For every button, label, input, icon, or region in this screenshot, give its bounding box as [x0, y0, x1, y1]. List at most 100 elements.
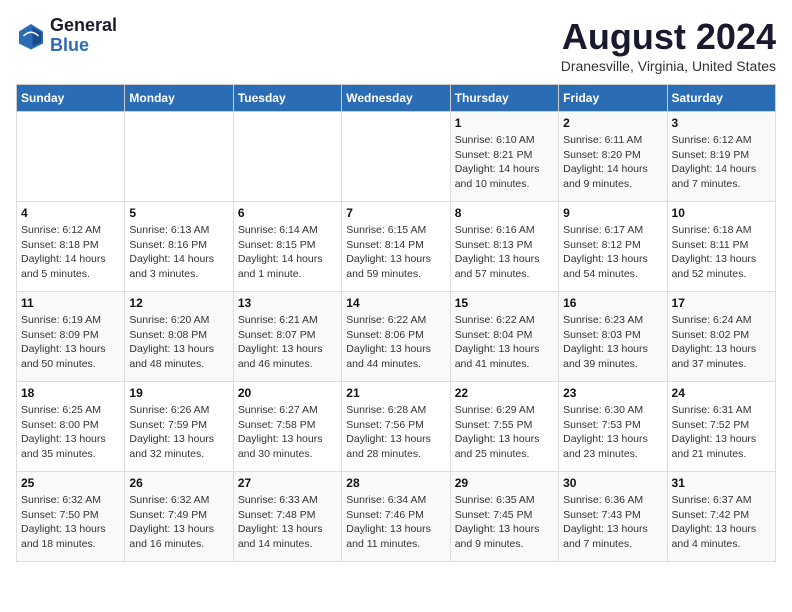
logo-line2: Blue [50, 36, 117, 56]
day-info: Sunrise: 6:36 AM Sunset: 7:43 PM Dayligh… [563, 493, 662, 552]
calendar-cell: 14 Sunrise: 6:22 AM Sunset: 8:06 PM Dayli… [342, 292, 450, 382]
day-info: Sunrise: 6:22 AM Sunset: 8:06 PM Dayligh… [346, 313, 445, 372]
day-info: Sunrise: 6:16 AM Sunset: 8:13 PM Dayligh… [455, 223, 554, 282]
calendar-cell: 4Sunrise: 6:12 AM Sunset: 8:18 PM Daylig… [17, 202, 125, 292]
day-info: Sunrise: 6:13 AM Sunset: 8:16 PM Dayligh… [129, 223, 228, 282]
day-info: Sunrise: 6:21 AM Sunset: 8:07 PM Dayligh… [238, 313, 337, 372]
calendar-week-3: 18Sunrise: 6:25 AM Sunset: 8:00 PM Dayli… [17, 382, 776, 472]
calendar-cell: 28 Sunrise: 6:34 AM Sunset: 7:46 PM Dayli… [342, 472, 450, 562]
calendar-cell: 20 Sunrise: 6:27 AM Sunset: 7:58 PM Dayli… [233, 382, 341, 472]
calendar-cell: 26Sunrise: 6:32 AM Sunset: 7:49 PM Dayli… [125, 472, 233, 562]
calendar-cell: 30Sunrise: 6:36 AM Sunset: 7:43 PM Dayli… [559, 472, 667, 562]
day-number: 23 [563, 386, 662, 400]
day-info: Sunrise: 6:35 AM Sunset: 7:45 PM Dayligh… [455, 493, 554, 552]
day-info: Sunrise: 6:28 AM Sunset: 7:56 PM Dayligh… [346, 403, 445, 462]
calendar-cell: 16 Sunrise: 6:23 AM Sunset: 8:03 PM Dayli… [559, 292, 667, 382]
day-number: 21 [346, 386, 445, 400]
calendar-week-2: 11Sunrise: 6:19 AM Sunset: 8:09 PM Dayli… [17, 292, 776, 382]
calendar-week-1: 4Sunrise: 6:12 AM Sunset: 8:18 PM Daylig… [17, 202, 776, 292]
page-header: General Blue August 2024 Dranesville, Vi… [16, 16, 776, 74]
day-info: Sunrise: 6:37 AM Sunset: 7:42 PM Dayligh… [672, 493, 771, 552]
day-info: Sunrise: 6:12 AM Sunset: 8:19 PM Dayligh… [672, 133, 771, 192]
day-info: Sunrise: 6:31 AM Sunset: 7:52 PM Dayligh… [672, 403, 771, 462]
day-number: 5 [129, 206, 228, 220]
day-number: 13 [238, 296, 337, 310]
calendar-cell [125, 112, 233, 202]
calendar-cell: 11Sunrise: 6:19 AM Sunset: 8:09 PM Dayli… [17, 292, 125, 382]
calendar-cell: 25 Sunrise: 6:32 AM Sunset: 7:50 PM Dayli… [17, 472, 125, 562]
calendar-cell: 7 Sunrise: 6:15 AM Sunset: 8:14 PM Daylig… [342, 202, 450, 292]
day-info: Sunrise: 6:11 AM Sunset: 8:20 PM Dayligh… [563, 133, 662, 192]
day-info: Sunrise: 6:24 AM Sunset: 8:02 PM Dayligh… [672, 313, 771, 372]
day-number: 6 [238, 206, 337, 220]
day-number: 4 [21, 206, 120, 220]
calendar-table: SundayMondayTuesdayWednesdayThursdayFrid… [16, 84, 776, 562]
header-cell-friday: Friday [559, 85, 667, 112]
day-info: Sunrise: 6:23 AM Sunset: 8:03 PM Dayligh… [563, 313, 662, 372]
calendar-cell: 2 Sunrise: 6:11 AM Sunset: 8:20 PM Daylig… [559, 112, 667, 202]
day-number: 24 [672, 386, 771, 400]
calendar-cell [17, 112, 125, 202]
day-info: Sunrise: 6:10 AM Sunset: 8:21 PM Dayligh… [455, 133, 554, 192]
header-cell-thursday: Thursday [450, 85, 558, 112]
day-info: Sunrise: 6:32 AM Sunset: 7:49 PM Dayligh… [129, 493, 228, 552]
calendar-cell [342, 112, 450, 202]
calendar-cell: 23 Sunrise: 6:30 AM Sunset: 7:53 PM Dayli… [559, 382, 667, 472]
header-cell-wednesday: Wednesday [342, 85, 450, 112]
calendar-cell: 5 Sunrise: 6:13 AM Sunset: 8:16 PM Daylig… [125, 202, 233, 292]
day-info: Sunrise: 6:33 AM Sunset: 7:48 PM Dayligh… [238, 493, 337, 552]
day-number: 27 [238, 476, 337, 490]
day-number: 20 [238, 386, 337, 400]
calendar-cell: 17 Sunrise: 6:24 AM Sunset: 8:02 PM Dayli… [667, 292, 775, 382]
calendar-cell: 15Sunrise: 6:22 AM Sunset: 8:04 PM Dayli… [450, 292, 558, 382]
calendar-cell [233, 112, 341, 202]
day-number: 19 [129, 386, 228, 400]
logo-icon [16, 21, 46, 51]
calendar-cell: 1 Sunrise: 6:10 AM Sunset: 8:21 PM Daylig… [450, 112, 558, 202]
day-number: 17 [672, 296, 771, 310]
calendar-cell: 27 Sunrise: 6:33 AM Sunset: 7:48 PM Dayli… [233, 472, 341, 562]
day-number: 28 [346, 476, 445, 490]
header-cell-monday: Monday [125, 85, 233, 112]
calendar-cell: 18Sunrise: 6:25 AM Sunset: 8:00 PM Dayli… [17, 382, 125, 472]
header-cell-sunday: Sunday [17, 85, 125, 112]
calendar-cell: 9Sunrise: 6:17 AM Sunset: 8:12 PM Daylig… [559, 202, 667, 292]
day-info: Sunrise: 6:27 AM Sunset: 7:58 PM Dayligh… [238, 403, 337, 462]
calendar-cell: 3 Sunrise: 6:12 AM Sunset: 8:19 PM Daylig… [667, 112, 775, 202]
day-info: Sunrise: 6:29 AM Sunset: 7:55 PM Dayligh… [455, 403, 554, 462]
calendar-cell: 22 Sunrise: 6:29 AM Sunset: 7:55 PM Dayli… [450, 382, 558, 472]
calendar-cell: 10Sunrise: 6:18 AM Sunset: 8:11 PM Dayli… [667, 202, 775, 292]
day-info: Sunrise: 6:25 AM Sunset: 8:00 PM Dayligh… [21, 403, 120, 462]
calendar-cell: 6Sunrise: 6:14 AM Sunset: 8:15 PM Daylig… [233, 202, 341, 292]
header-cell-saturday: Saturday [667, 85, 775, 112]
header-row: SundayMondayTuesdayWednesdayThursdayFrid… [17, 85, 776, 112]
day-info: Sunrise: 6:15 AM Sunset: 8:14 PM Dayligh… [346, 223, 445, 282]
day-number: 9 [563, 206, 662, 220]
day-info: Sunrise: 6:26 AM Sunset: 7:59 PM Dayligh… [129, 403, 228, 462]
day-info: Sunrise: 6:22 AM Sunset: 8:04 PM Dayligh… [455, 313, 554, 372]
day-number: 3 [672, 116, 771, 130]
day-info: Sunrise: 6:32 AM Sunset: 7:50 PM Dayligh… [21, 493, 120, 552]
day-number: 16 [563, 296, 662, 310]
day-info: Sunrise: 6:20 AM Sunset: 8:08 PM Dayligh… [129, 313, 228, 372]
calendar-cell: 29 Sunrise: 6:35 AM Sunset: 7:45 PM Dayli… [450, 472, 558, 562]
day-info: Sunrise: 6:30 AM Sunset: 7:53 PM Dayligh… [563, 403, 662, 462]
calendar-cell: 13 Sunrise: 6:21 AM Sunset: 8:07 PM Dayli… [233, 292, 341, 382]
calendar-week-0: 1 Sunrise: 6:10 AM Sunset: 8:21 PM Daylig… [17, 112, 776, 202]
day-number: 7 [346, 206, 445, 220]
day-number: 29 [455, 476, 554, 490]
logo: General Blue [16, 16, 117, 56]
calendar-body: 1 Sunrise: 6:10 AM Sunset: 8:21 PM Daylig… [17, 112, 776, 562]
day-number: 12 [129, 296, 228, 310]
day-number: 25 [21, 476, 120, 490]
logo-line1: General [50, 16, 117, 36]
day-info: Sunrise: 6:19 AM Sunset: 8:09 PM Dayligh… [21, 313, 120, 372]
day-number: 1 [455, 116, 554, 130]
day-number: 22 [455, 386, 554, 400]
subtitle: Dranesville, Virginia, United States [561, 58, 776, 74]
day-number: 2 [563, 116, 662, 130]
calendar-cell: 8Sunrise: 6:16 AM Sunset: 8:13 PM Daylig… [450, 202, 558, 292]
calendar-week-4: 25 Sunrise: 6:32 AM Sunset: 7:50 PM Dayli… [17, 472, 776, 562]
day-number: 14 [346, 296, 445, 310]
day-info: Sunrise: 6:34 AM Sunset: 7:46 PM Dayligh… [346, 493, 445, 552]
